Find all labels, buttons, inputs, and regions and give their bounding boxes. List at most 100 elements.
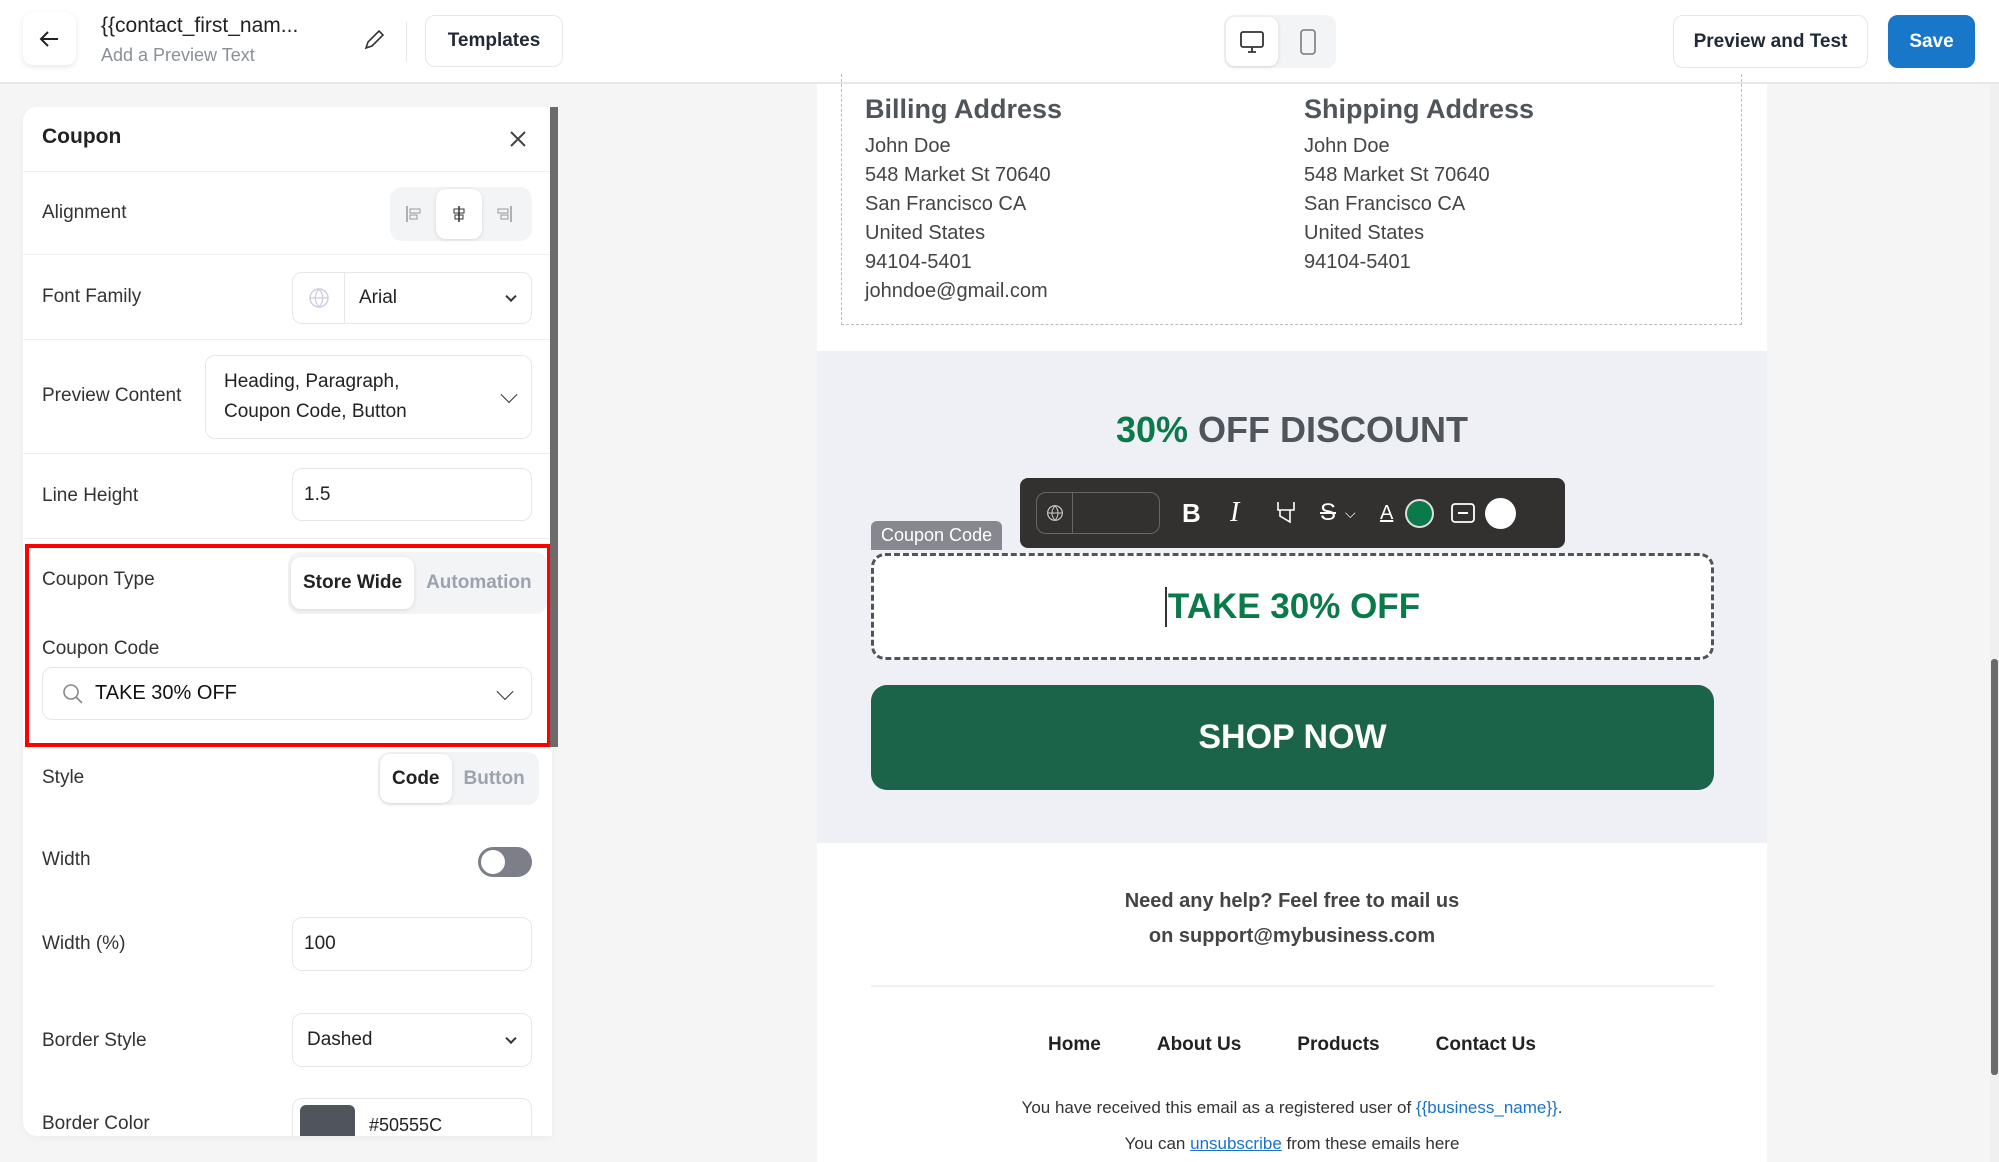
panel-title: Coupon bbox=[42, 125, 122, 148]
preview-content-row: Preview Content Heading, Paragraph, Coup… bbox=[23, 340, 552, 454]
line-height-input[interactable]: 1.5 bbox=[292, 468, 532, 521]
border-color-input[interactable]: #50555C bbox=[292, 1098, 532, 1136]
chevron-down-icon bbox=[496, 682, 514, 700]
mobile-view-button[interactable] bbox=[1282, 17, 1334, 66]
style-code[interactable]: Code bbox=[380, 754, 452, 803]
address-block: Billing Address John Doe 548 Market St 7… bbox=[841, 74, 1742, 325]
style-label: Style bbox=[42, 767, 85, 788]
templates-button[interactable]: Templates bbox=[425, 15, 563, 67]
font-size-input[interactable] bbox=[1036, 492, 1160, 534]
coupon-code-box[interactable]: TAKE 30% OFF bbox=[871, 553, 1714, 660]
footer-nav: Home About Us Products Contact Us bbox=[817, 1034, 1767, 1056]
address-line: San Francisco CA bbox=[1304, 193, 1466, 215]
address-line: johndoe@gmail.com bbox=[865, 280, 1048, 302]
text-format-toolbar: B I S ⌵ A bbox=[1020, 478, 1565, 548]
coupon-code-value: TAKE 30% OFF bbox=[95, 682, 237, 704]
email-subject[interactable]: {{contact_first_nam... bbox=[101, 14, 298, 38]
discount-heading[interactable]: 30% OFF DISCOUNT bbox=[817, 409, 1767, 451]
width-toggle[interactable] bbox=[478, 847, 532, 877]
divider bbox=[406, 22, 407, 62]
align-center-icon bbox=[453, 206, 465, 222]
preview-content-select[interactable]: Heading, Paragraph, Coupon Code, Button bbox=[205, 355, 532, 439]
preview-text[interactable]: Add a Preview Text bbox=[101, 45, 255, 66]
pencil-icon[interactable] bbox=[362, 28, 386, 52]
notice-text: You have received this email as a regist… bbox=[1021, 1098, 1416, 1117]
nav-link-contact-us[interactable]: Contact Us bbox=[1436, 1034, 1536, 1056]
border-style-value: Dashed bbox=[307, 1029, 373, 1050]
search-icon bbox=[63, 683, 83, 704]
close-icon[interactable] bbox=[508, 129, 528, 149]
business-name-tag: {{business_name}} bbox=[1415, 1098, 1558, 1117]
width-label: Width bbox=[42, 849, 91, 870]
align-right-button[interactable] bbox=[482, 188, 526, 240]
font-family-value: Arial bbox=[359, 287, 398, 308]
save-button[interactable]: Save bbox=[1888, 15, 1975, 68]
nav-link-home[interactable]: Home bbox=[1048, 1034, 1101, 1056]
line-height-label: Line Height bbox=[42, 485, 139, 506]
chevron-down-icon bbox=[500, 386, 518, 404]
desktop-icon bbox=[1240, 30, 1264, 53]
highlighter-icon[interactable] bbox=[1274, 500, 1298, 526]
nav-link-products[interactable]: Products bbox=[1297, 1034, 1379, 1056]
width-percent-input[interactable]: 100 bbox=[292, 917, 532, 971]
border-style-select[interactable]: Dashed bbox=[292, 1013, 532, 1067]
alignment-row: Alignment bbox=[23, 172, 552, 255]
background-color-icon[interactable] bbox=[1450, 501, 1476, 525]
strikethrough-icon[interactable]: S bbox=[1320, 478, 1336, 548]
back-button[interactable] bbox=[23, 12, 76, 65]
line-height-row: Line Height 1.5 bbox=[23, 454, 552, 539]
globe-icon bbox=[1037, 493, 1073, 533]
color-swatch[interactable] bbox=[300, 1105, 355, 1136]
billing-heading: Billing Address bbox=[865, 94, 1063, 124]
preview-content-label: Preview Content bbox=[42, 385, 182, 406]
canvas-scrollbar-thumb[interactable] bbox=[1991, 659, 1998, 1075]
align-right-icon bbox=[497, 206, 512, 222]
help-line: Need any help? Feel free to mail us bbox=[1124, 890, 1460, 912]
width-percent-label: Width (%) bbox=[42, 933, 126, 954]
canvas-scrollbar-track[interactable] bbox=[1990, 84, 1999, 1162]
desktop-view-button[interactable] bbox=[1226, 17, 1278, 66]
shop-now-button[interactable]: SHOP NOW bbox=[871, 685, 1714, 790]
coupon-code-tag: Coupon Code bbox=[871, 521, 1003, 550]
billing-address: Billing Address John Doe 548 Market St 7… bbox=[865, 94, 1062, 306]
address-line: 548 Market St 70640 bbox=[865, 164, 1051, 186]
italic-icon[interactable]: I bbox=[1230, 478, 1239, 548]
preview-content-value: Heading, Paragraph, Coupon Code, Button bbox=[224, 371, 407, 422]
text-color-swatch[interactable] bbox=[1405, 499, 1434, 528]
coupon-type-automation[interactable]: Automation bbox=[414, 557, 544, 609]
mobile-icon bbox=[1300, 28, 1316, 55]
unsubscribe-notice: You can unsubscribe from these emails he… bbox=[817, 1134, 1767, 1154]
style-toggle: Code Button bbox=[378, 752, 539, 805]
shipping-address: Shipping Address John Doe 548 Market St … bbox=[1304, 94, 1534, 277]
font-family-row: Font Family Arial bbox=[23, 255, 552, 340]
shipping-heading: Shipping Address bbox=[1304, 94, 1535, 124]
background-color-swatch[interactable] bbox=[1485, 498, 1516, 529]
font-family-select[interactable]: Arial bbox=[292, 272, 532, 324]
coupon-section[interactable]: 30% OFF DISCOUNT B I S ⌵ A Coupon Code T… bbox=[817, 351, 1767, 843]
align-center-button[interactable] bbox=[436, 189, 482, 239]
coupon-code-text[interactable]: TAKE 30% OFF bbox=[1164, 586, 1420, 627]
coupon-type-toggle: Store Wide Automation bbox=[288, 552, 547, 614]
alignment-label: Alignment bbox=[42, 202, 127, 223]
address-line: 94104-5401 bbox=[1304, 251, 1411, 273]
style-button[interactable]: Button bbox=[452, 754, 537, 803]
align-left-button[interactable] bbox=[392, 188, 436, 240]
preview-and-test-button[interactable]: Preview and Test bbox=[1673, 15, 1868, 68]
coupon-type-store-wide[interactable]: Store Wide bbox=[291, 557, 415, 609]
registered-notice: You have received this email as a regist… bbox=[817, 1098, 1767, 1118]
panel-scrollbar[interactable] bbox=[550, 107, 558, 747]
address-line: United States bbox=[865, 222, 986, 244]
bold-icon[interactable]: B bbox=[1182, 478, 1201, 548]
unsubscribe-link[interactable]: unsubscribe bbox=[1190, 1134, 1282, 1153]
arrow-left-icon bbox=[39, 30, 58, 47]
footer-divider bbox=[871, 985, 1714, 987]
nav-link-about-us[interactable]: About Us bbox=[1157, 1034, 1241, 1056]
chevron-down-icon bbox=[505, 290, 517, 303]
notice-period: . bbox=[1557, 1098, 1563, 1117]
align-left-icon bbox=[406, 206, 421, 222]
text-color-icon[interactable]: A bbox=[1380, 478, 1393, 548]
coupon-code-select[interactable]: TAKE 30% OFF bbox=[42, 667, 532, 720]
alignment-control bbox=[390, 187, 532, 241]
chevron-down-icon bbox=[505, 1032, 517, 1045]
chevron-down-icon[interactable]: ⌵ bbox=[1345, 478, 1356, 548]
